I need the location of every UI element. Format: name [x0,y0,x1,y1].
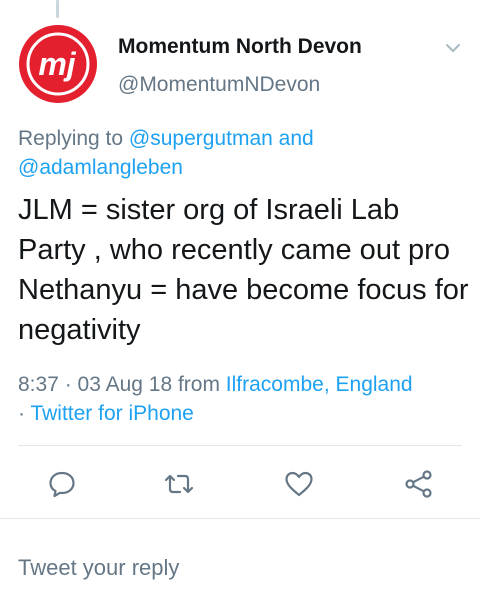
reply-button[interactable] [46,468,78,500]
reply-input[interactable]: Tweet your reply [18,555,179,581]
avatar-logo-text: mj [38,46,76,82]
replying-to: Replying to @supergutman and @adamlangleb… [18,124,468,182]
divider [18,445,462,446]
retweet-button[interactable] [163,468,195,500]
author-handle[interactable]: @MomentumNDevon [118,73,320,97]
divider [0,518,480,519]
tweet-meta: 8:37 · 03 Aug 18 from Ilfracombe, Englan… [18,370,468,428]
mention-link-supergutman[interactable]: @supergutman [129,127,273,150]
comment-icon [49,471,75,498]
tweet-detail-screen: mj Momentum North Devon @MomentumNDevon … [0,0,480,593]
mention-link-adamlangleben[interactable]: @adamlangleben [18,156,183,179]
replying-to-and: and [272,127,314,150]
retweet-icon [164,474,194,494]
tweet-text: JLM = sister org of Israeli Lab Party , … [18,194,469,346]
source-separator: · [18,402,31,425]
heart-icon [285,471,313,497]
source-link[interactable]: Twitter for iPhone [30,402,193,425]
author-name[interactable]: Momentum North Devon [118,35,362,59]
replying-to-prefix: Replying to [18,127,129,150]
thread-connector-line [56,0,59,18]
share-button[interactable] [403,468,435,500]
chevron-down-icon[interactable] [441,38,465,58]
location-link[interactable]: Ilfracombe, England [226,373,413,396]
like-button[interactable] [283,468,315,500]
momentum-logo-icon: mj [19,25,97,103]
share-icon [405,470,432,498]
avatar[interactable]: mj [18,24,98,104]
tweet-timestamp: 8:37 · 03 Aug 18 from [18,373,226,396]
